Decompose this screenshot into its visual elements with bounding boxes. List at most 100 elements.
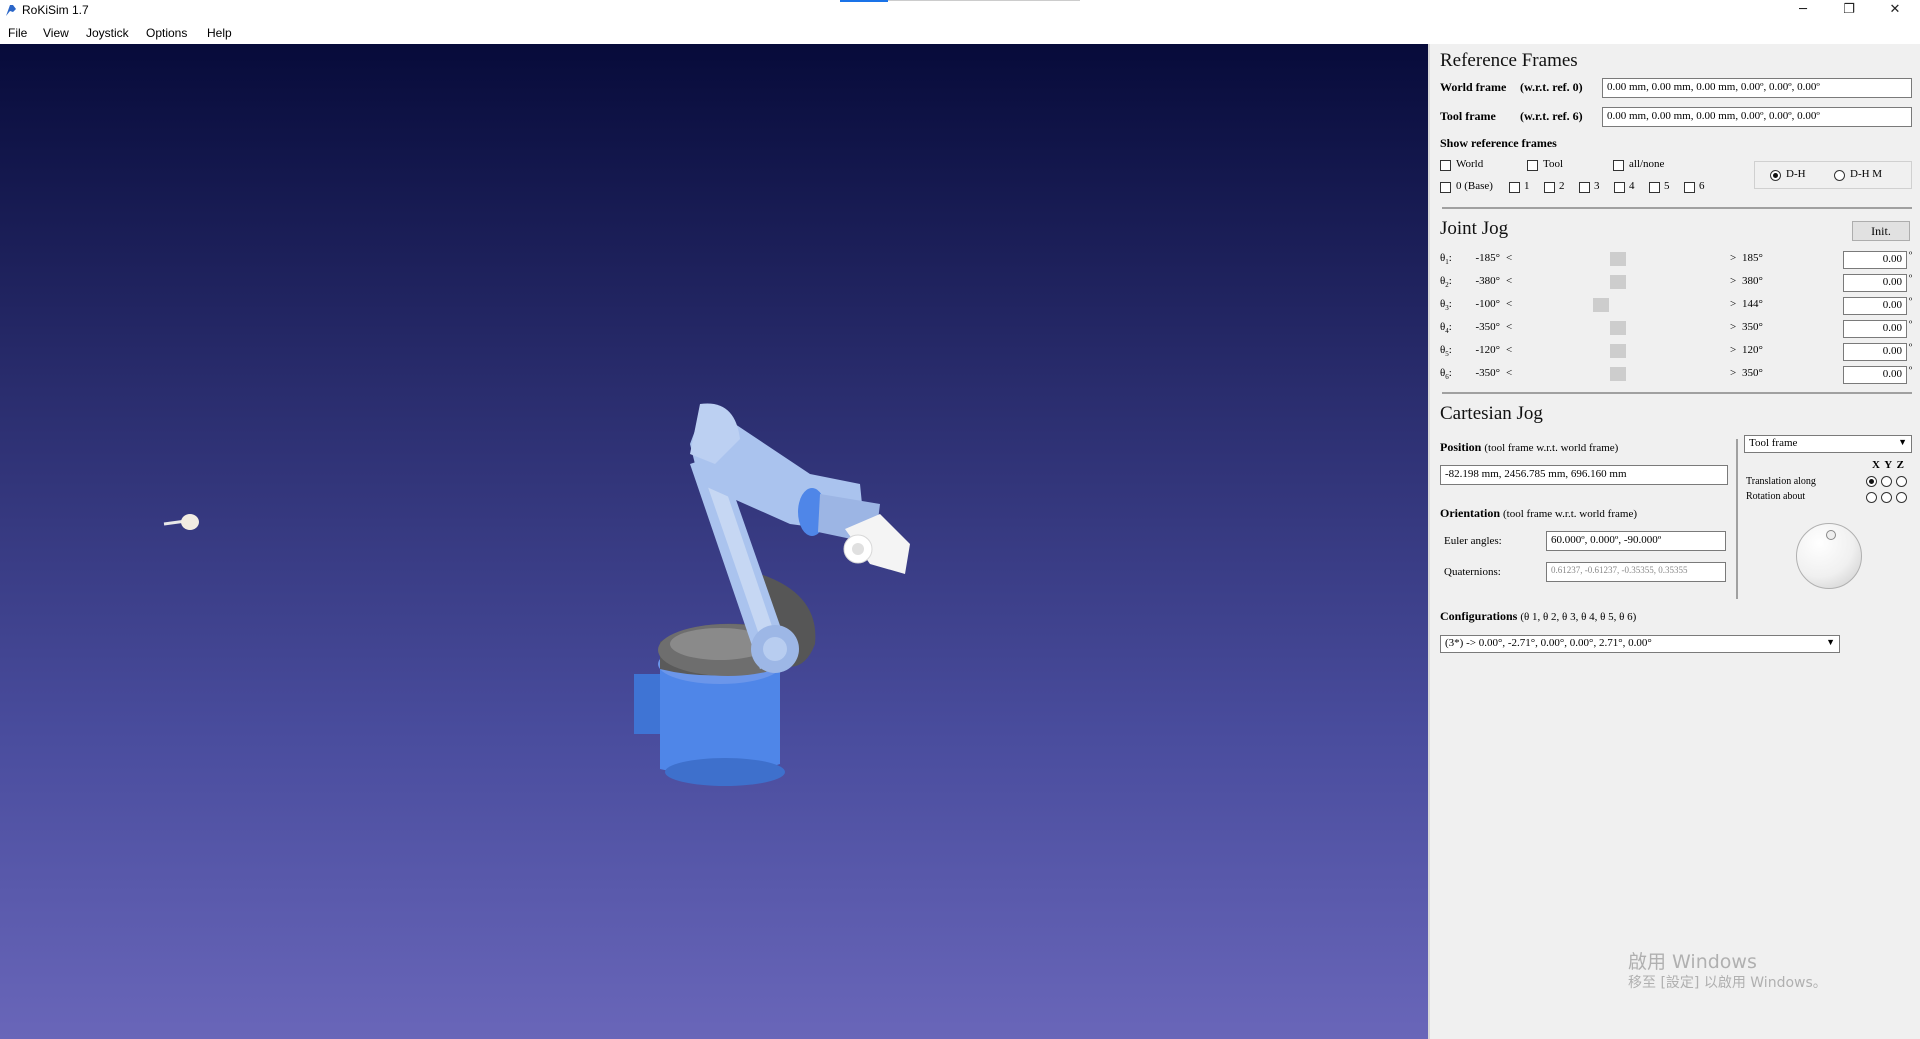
all-none-checkbox[interactable] [1613,160,1624,171]
menu-view[interactable]: View [43,26,69,40]
joint-slider-thumb[interactable] [1610,367,1626,381]
tool-frame-input[interactable]: 0.00 mm, 0.00 mm, 0.00 mm, 0.00º, 0.00º,… [1602,107,1912,127]
activation-watermark-sub: 移至 [設定] 以啟用 Windows。 [1628,975,1827,991]
jog-left-button[interactable]: < [1506,367,1512,379]
jog-left-button[interactable]: < [1506,275,1512,287]
joint-index: 1 [1445,258,1449,267]
joint-slider-thumb[interactable] [1593,298,1609,312]
frame3-checkbox[interactable] [1579,182,1590,193]
joint-slider[interactable] [1518,298,1718,312]
joint-index: 4 [1445,327,1449,336]
frame-select[interactable]: Tool frame ▼ [1744,435,1912,453]
joint-value-input[interactable]: 0.00 [1843,274,1907,292]
jog-right-button[interactable]: > [1730,252,1736,264]
rotate-y-radio[interactable] [1881,492,1892,503]
close-button[interactable]: ✕ [1872,0,1918,22]
rotate-x-radio[interactable] [1866,492,1877,503]
frame5-checkbox[interactable] [1649,182,1660,193]
world-frame-ref: (w.r.t. ref. 0) [1520,80,1583,94]
jog-left-button[interactable]: < [1506,298,1512,310]
translation-label: Translation along [1746,476,1816,487]
dh-radio[interactable] [1770,170,1781,181]
menu-options[interactable]: Options [146,26,187,40]
frame6-checkbox[interactable] [1684,182,1695,193]
degree-unit: º [1909,365,1913,376]
dhm-radio[interactable] [1834,170,1845,181]
translate-y-radio[interactable] [1881,476,1892,487]
frame-select-value: Tool frame [1749,437,1798,449]
orientation-label: Orientation [1440,506,1500,520]
window-title: RoKiSim 1.7 [22,3,89,17]
app-icon [6,5,16,16]
joint-slider-thumb[interactable] [1610,321,1626,335]
jog-right-button[interactable]: > [1730,344,1736,356]
joint-min-label: -100° [1475,298,1500,310]
frame4-label: 4 [1629,180,1635,192]
jog-left-button[interactable]: < [1506,321,1512,333]
frame6-label: 6 [1699,180,1705,192]
joint-slider[interactable] [1518,275,1718,289]
joint-min-label: -350° [1475,321,1500,333]
show-frames-label: Show reference frames [1440,136,1557,150]
jog-right-button[interactable]: > [1730,298,1736,310]
tool-object [163,514,199,530]
joint-symbol: θ2: [1440,275,1452,290]
frame5-label: 5 [1664,180,1670,192]
tool-frame-checkbox[interactable] [1527,160,1538,171]
joint-slider[interactable] [1518,367,1718,381]
menu-joystick[interactable]: Joystick [86,26,129,40]
joint-jog-heading: Joint Jog [1440,218,1509,239]
joint-slider[interactable] [1518,252,1718,266]
configuration-select-value: (3*) -> 0.00°, -2.71°, 0.00°, 0.00°, 2.7… [1445,637,1652,649]
jog-right-button[interactable]: > [1730,275,1736,287]
3d-viewport[interactable] [0,44,1428,1039]
frame2-checkbox[interactable] [1544,182,1555,193]
rotate-z-radio[interactable] [1896,492,1907,503]
minimize-button[interactable]: ─ [1780,0,1826,22]
joint-slider-thumb[interactable] [1610,252,1626,266]
joint-slider-thumb[interactable] [1610,275,1626,289]
joint-slider[interactable] [1518,321,1718,335]
joint-value-input[interactable]: 0.00 [1843,343,1907,361]
world-frame-input[interactable]: 0.00 mm, 0.00 mm, 0.00 mm, 0.00º, 0.00º,… [1602,78,1912,98]
joint-slider-thumb[interactable] [1610,344,1626,358]
translate-z-radio[interactable] [1896,476,1907,487]
robot-scene [163,403,910,786]
joint-value-input[interactable]: 0.00 [1843,320,1907,338]
frame2-label: 2 [1559,180,1565,192]
frame4-checkbox[interactable] [1614,182,1625,193]
init-button[interactable]: Init. [1852,221,1910,241]
jog-right-button[interactable]: > [1730,367,1736,379]
euler-input[interactable]: 60.000º, 0.000º, -90.000º [1546,531,1726,551]
joint-max-label: 350° [1742,321,1763,333]
cartesian-jog-heading: Cartesian Jog [1440,403,1543,424]
menu-file[interactable]: File [8,26,27,40]
joint-slider[interactable] [1518,344,1718,358]
joint-symbol: θ1: [1440,252,1452,267]
joint-value-input[interactable]: 0.00 [1843,366,1907,384]
translate-x-radio[interactable] [1866,476,1877,487]
maximize-button[interactable]: ❐ [1826,0,1872,22]
jog-right-button[interactable]: > [1730,321,1736,333]
position-input[interactable]: -82.198 mm, 2456.785 mm, 696.160 mm [1440,465,1728,485]
joint-value-input[interactable]: 0.00 [1843,297,1907,315]
world-frame-check-label: World [1456,158,1484,170]
configurations-thetas: (θ 1, θ 2, θ 3, θ 4, θ 5, θ 6) [1520,611,1637,623]
joint-min-label: -380° [1475,275,1500,287]
jog-left-button[interactable]: < [1506,252,1512,264]
frame0-checkbox[interactable] [1440,182,1451,193]
joint-value-input[interactable]: 0.00 [1843,251,1907,269]
joint-max-label: 380° [1742,275,1763,287]
configuration-select[interactable]: (3*) -> 0.00°, -2.71°, 0.00°, 0.00°, 2.7… [1440,635,1840,653]
frame1-checkbox[interactable] [1509,182,1520,193]
world-frame-label: World frame [1440,80,1507,94]
position-note: (tool frame w.r.t. world frame) [1484,442,1619,454]
dh-label: D-H [1786,168,1806,180]
jog-left-button[interactable]: < [1506,344,1512,356]
jog-knob[interactable] [1796,523,1862,589]
world-frame-checkbox[interactable] [1440,160,1451,171]
menu-help[interactable]: Help [207,26,232,40]
joint-symbol: θ3: [1440,298,1452,313]
joint-max-label: 350° [1742,367,1763,379]
quaternion-input[interactable]: 0.61237, -0.61237, -0.35355, 0.35355 [1546,562,1726,582]
